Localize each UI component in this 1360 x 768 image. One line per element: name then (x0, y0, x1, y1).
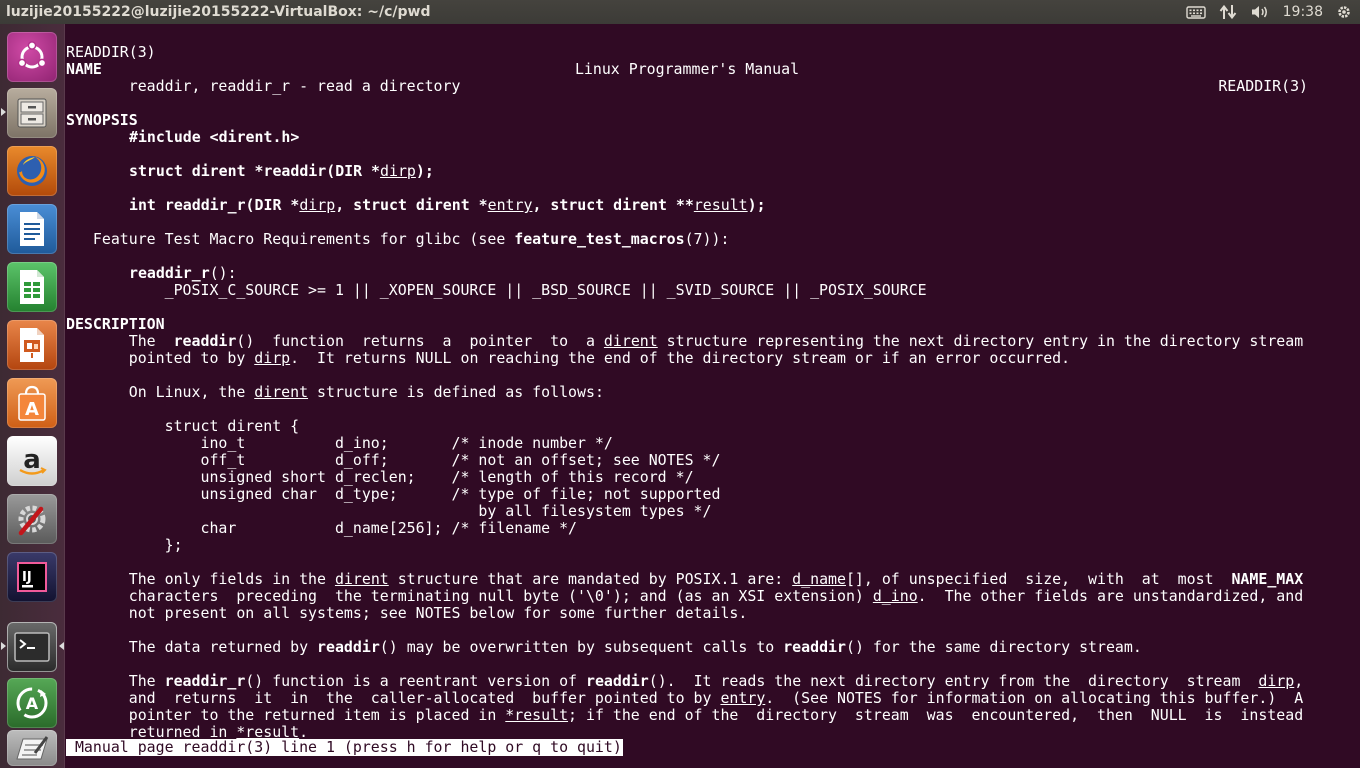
struct-line: by all filesystem types */ (66, 502, 712, 520)
man-header-center: Linux Programmer's Manual (574, 60, 800, 78)
calc-spreadsheet-icon (20, 270, 44, 304)
ubuntu-logo-icon (17, 41, 47, 69)
svg-text:IJ: IJ (22, 570, 32, 585)
window-title: luzijie20155222@luzijie20155222-VirtualB… (6, 4, 431, 20)
svg-text:a: a (23, 445, 41, 475)
launcher-item-terminal[interactable] (7, 622, 57, 672)
launcher-item-intellij-idea[interactable]: IJ (7, 552, 57, 602)
launcher-item-libreoffice-impress[interactable] (7, 320, 57, 370)
para-line-6: and returns it in the caller-allocated b… (66, 689, 1304, 707)
para-line-7: pointer to the returned item is placed i… (66, 706, 1304, 724)
launcher-item-system-settings[interactable] (7, 494, 57, 544)
launcher-item-text-editor[interactable] (7, 730, 57, 766)
launcher-item-libreoffice-calc[interactable] (7, 262, 57, 312)
terminal-icon (14, 632, 50, 662)
clock[interactable]: 19:38 (1283, 4, 1323, 20)
struct-line: char d_name[256]; /* filename */ (66, 519, 578, 537)
launcher-item-ubuntu-software-center[interactable]: A (7, 378, 57, 428)
man-header: READDIR(3) Linux Programmer's Manual REA… (66, 27, 1308, 95)
para-line-2: characters preceding the terminating nul… (66, 587, 1304, 605)
launcher-item-files[interactable] (7, 88, 57, 138)
gear-icon[interactable] (1336, 4, 1352, 20)
feature-test-line: Feature Test Macro Requirements for glib… (66, 230, 730, 248)
running-indicator (1, 108, 6, 116)
firefox-icon (17, 156, 47, 186)
struct-line: unsigned short d_reclen; /* length of th… (66, 468, 694, 486)
readdir-prototype: struct dirent *readdir(DIR *dirp); (129, 162, 434, 180)
description-heading: DESCRIPTION (66, 315, 165, 333)
readdir-r-prototype: int readdir_r(DIR *dirp, struct dirent *… (129, 196, 766, 214)
top-panel: luzijie20155222@luzijie20155222-VirtualB… (0, 0, 1360, 24)
settings-wrench-icon (18, 505, 46, 536)
volume-icon[interactable] (1250, 4, 1270, 20)
writer-document-icon (20, 212, 44, 246)
text-editor-icon (16, 736, 49, 760)
amazon-icon: a (19, 445, 47, 475)
name-line: readdir, readdir_r - read a directory (66, 77, 461, 95)
struct-line: }; (66, 536, 183, 554)
ftm-function: readdir_r(): (129, 264, 237, 282)
intellij-icon: IJ (17, 562, 47, 592)
name-heading: NAME (66, 60, 102, 78)
terminal-content[interactable]: READDIR(3) Linux Programmer's Manual REA… (66, 27, 1356, 765)
synopsis-heading: SYNOPSIS (66, 111, 138, 129)
launcher-item-ubuntu-dash[interactable] (7, 32, 57, 82)
desc-line-2: pointed to by dirp. It returns NULL on r… (66, 349, 1071, 367)
launcher: A a IJ A (0, 24, 65, 768)
desc-line-3: On Linux, the dirent structure is define… (66, 383, 604, 401)
include-line: #include <dirent.h> (129, 128, 300, 146)
shopping-bag-icon: A (18, 385, 46, 421)
struct-line: off_t d_off; /* not an offset; see NOTES… (66, 451, 721, 469)
svg-text:A: A (25, 399, 39, 420)
running-indicator (1, 642, 6, 650)
file-cabinet-icon (17, 98, 47, 128)
para-line-3: not present on all systems; see NOTES be… (66, 604, 748, 622)
keyboard-icon[interactable] (1185, 5, 1206, 19)
pager-status-line: Manual page readdir(3) line 1 (press h f… (66, 738, 623, 756)
software-updater-icon: A (16, 687, 48, 719)
struct-line: struct dirent { (66, 417, 300, 435)
man-header-left: READDIR(3) (66, 43, 156, 61)
struct-line: ino_t d_ino; /* inode number */ (66, 434, 613, 452)
focused-indicator (59, 642, 64, 650)
man-header-right: READDIR(3) (1218, 77, 1308, 95)
system-tray: 19:38 (1185, 4, 1360, 20)
network-updown-icon[interactable] (1219, 4, 1237, 20)
desc-line-1: The readdir() function returns a pointer… (66, 332, 1304, 350)
para-line-1: The only fields in the dirent structure … (66, 570, 1304, 588)
para-line-5: The readdir_r() function is a reentrant … (66, 672, 1304, 690)
para-line-4: The data returned by readdir() may be ov… (66, 638, 1142, 656)
launcher-item-software-updater[interactable]: A (7, 678, 57, 728)
launcher-item-firefox[interactable] (7, 146, 57, 196)
svg-text:A: A (26, 694, 39, 713)
impress-presentation-icon (20, 328, 44, 362)
launcher-item-libreoffice-writer[interactable] (7, 204, 57, 254)
ftm-condition: _POSIX_C_SOURCE >= 1 || _XOPEN_SOURCE ||… (66, 281, 927, 299)
struct-line: unsigned char d_type; /* type of file; n… (66, 485, 721, 503)
launcher-item-amazon[interactable]: a (7, 436, 57, 486)
